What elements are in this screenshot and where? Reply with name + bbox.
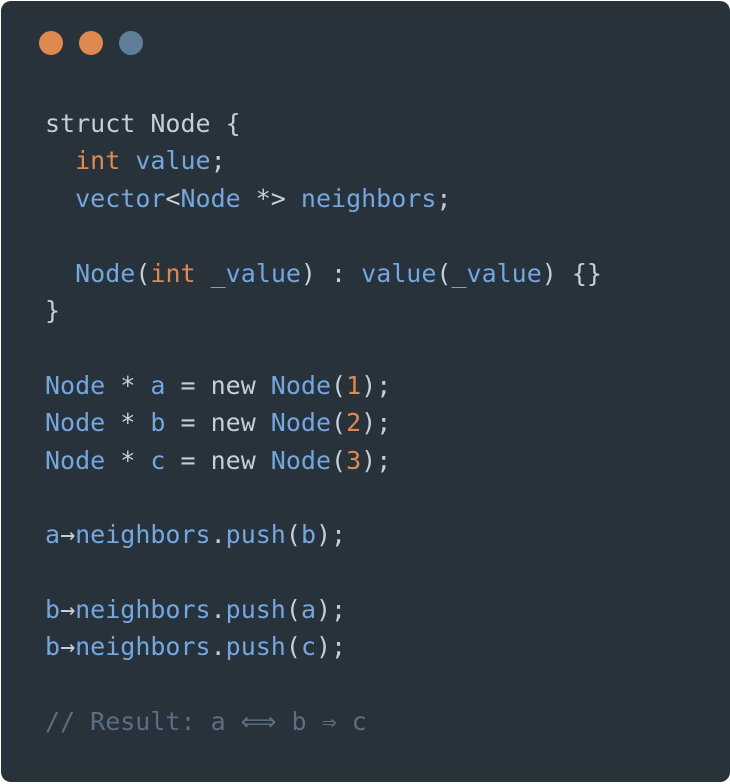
code-token: _value <box>451 258 542 288</box>
code-token: neighbors <box>300 183 437 213</box>
code-token: Node <box>270 370 332 400</box>
code-token: . <box>210 520 226 550</box>
code-line: struct Node { <box>45 105 602 142</box>
code-token: ); <box>316 632 347 662</box>
code-token: ); <box>361 408 392 438</box>
code-token: 2 <box>346 408 362 438</box>
code-token: ; <box>210 146 226 176</box>
code-token: value <box>361 258 437 288</box>
code-line: Node * b = new Node(2); <box>45 404 602 441</box>
code-token: 1 <box>346 370 362 400</box>
code-token: 3 <box>346 445 362 475</box>
code-token: Node <box>45 370 106 400</box>
code-token: Node <box>45 408 106 438</box>
code-block: struct Node { int value; vector<Node *> … <box>45 105 602 741</box>
code-token: int <box>150 258 196 288</box>
code-token: a <box>300 595 316 625</box>
code-token: ) {} <box>541 258 602 288</box>
code-token: c <box>300 632 316 662</box>
code-token: ( <box>331 445 347 475</box>
code-token: _value <box>210 258 301 288</box>
code-token: push <box>225 520 286 550</box>
code-line: } <box>45 292 602 329</box>
code-token: ( <box>135 258 151 288</box>
code-token: } <box>45 295 61 325</box>
code-token: ; <box>436 183 452 213</box>
code-token: = new <box>165 370 271 400</box>
close-dot-icon[interactable] <box>39 31 63 55</box>
code-line: Node(int _value) : value(_value) {} <box>45 255 602 292</box>
code-token: ); <box>361 370 392 400</box>
code-token: Node <box>270 408 332 438</box>
code-window: struct Node { int value; vector<Node *> … <box>1 1 730 782</box>
code-token: push <box>225 595 286 625</box>
code-token: → <box>60 632 76 662</box>
code-token: ); <box>316 520 347 550</box>
window-controls <box>39 31 143 55</box>
code-line: Node * a = new Node(1); <box>45 367 602 404</box>
code-line: Node * c = new Node(3); <box>45 442 602 479</box>
code-token: b <box>45 595 61 625</box>
code-token: { <box>210 109 241 138</box>
code-token: ( <box>285 632 301 662</box>
code-token: a <box>45 520 61 550</box>
code-token: ( <box>285 520 301 550</box>
code-token: struct <box>45 109 151 138</box>
code-token: push <box>225 632 286 662</box>
code-token: . <box>210 595 226 625</box>
code-token: vector <box>75 183 166 213</box>
code-token: Node <box>150 109 211 138</box>
code-token: *> <box>240 183 301 213</box>
code-token: Node <box>270 445 332 475</box>
code-token: ); <box>316 595 347 625</box>
code-token: Node <box>180 183 241 213</box>
code-token: neighbors <box>75 595 211 625</box>
code-token: b <box>150 408 166 438</box>
code-line: b→neighbors.push(a); <box>45 591 602 628</box>
code-token: b <box>300 520 316 550</box>
code-token: ( <box>436 258 452 288</box>
code-line: // Result: a ⟺ b ⇒ c <box>45 703 602 740</box>
code-token: ); <box>361 445 392 475</box>
code-token: ( <box>331 370 347 400</box>
code-token: = new <box>165 445 271 475</box>
code-token: → <box>60 520 76 550</box>
code-line: int value; <box>45 142 602 179</box>
code-token: * <box>105 370 151 400</box>
code-token: neighbors <box>75 520 211 550</box>
code-token: * <box>105 445 151 475</box>
code-token: // Result: a ⟺ b ⇒ c <box>45 707 367 737</box>
code-token: = new <box>165 408 271 438</box>
code-token: b <box>45 632 61 662</box>
code-token: a <box>150 370 166 400</box>
code-line: a→neighbors.push(b); <box>45 516 602 553</box>
code-token: value <box>135 146 211 176</box>
code-token: c <box>150 445 166 475</box>
code-token: int <box>75 146 121 176</box>
minimize-dot-icon[interactable] <box>79 31 103 55</box>
code-token: → <box>60 595 76 625</box>
code-token: ) : <box>300 258 362 288</box>
code-line: vector<Node *> neighbors; <box>45 180 602 217</box>
code-token: < <box>165 183 181 213</box>
code-token: neighbors <box>75 632 211 662</box>
code-line: b→neighbors.push(c); <box>45 628 602 665</box>
code-token: ( <box>331 408 347 438</box>
code-token: ( <box>285 595 301 625</box>
code-token: Node <box>75 258 136 288</box>
code-token: Node <box>45 445 106 475</box>
code-token: * <box>105 408 151 438</box>
code-token: . <box>210 632 226 662</box>
maximize-dot-icon[interactable] <box>119 31 143 55</box>
